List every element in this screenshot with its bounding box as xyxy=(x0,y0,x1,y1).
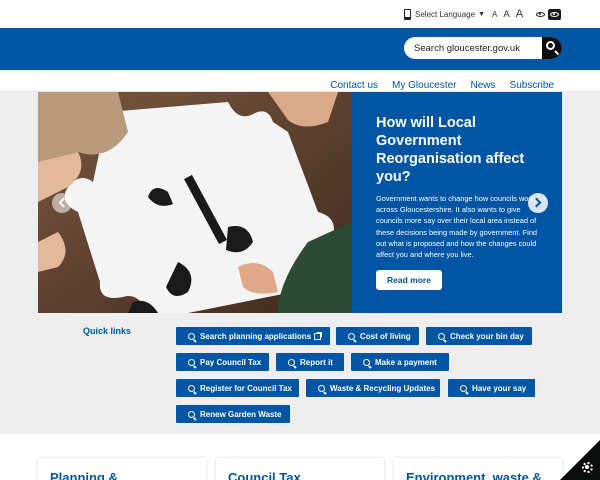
hero-body: Government wants to change how councils … xyxy=(376,194,538,260)
quick-link-label: Register for Council Tax xyxy=(200,383,292,393)
card-planning[interactable]: Planning & xyxy=(38,458,206,480)
gear-icon xyxy=(582,462,593,473)
text-size-controls: A A A xyxy=(492,8,523,20)
quick-link-have-your-say[interactable]: Have your say xyxy=(448,379,535,397)
main-nav: Contact us My Gloucester News Subscribe xyxy=(0,70,600,92)
eye-icon xyxy=(550,12,559,17)
external-link-icon xyxy=(314,331,323,340)
search-icon xyxy=(188,358,195,366)
quick-link-report-it[interactable]: Report it xyxy=(276,353,344,371)
quick-link-label: Waste & Recycling Updates xyxy=(330,383,436,393)
chevron-right-icon xyxy=(531,197,542,208)
nav-my-gloucester[interactable]: My Gloucester xyxy=(392,80,456,91)
site-header xyxy=(0,28,600,70)
high-contrast-button[interactable] xyxy=(548,9,561,20)
card-environment-waste[interactable]: Environment, waste & xyxy=(394,458,562,480)
quick-link-label: Check your bin day xyxy=(450,331,524,341)
nav-subscribe[interactable]: Subscribe xyxy=(510,80,554,91)
search-icon xyxy=(438,332,445,340)
language-label: Select Language xyxy=(415,10,476,19)
normal-contrast-button[interactable] xyxy=(534,9,547,20)
search-icon xyxy=(188,384,195,392)
quick-link-check-bin-day[interactable]: Check your bin day xyxy=(426,327,532,345)
quick-link-cost-of-living[interactable]: Cost of living xyxy=(336,327,419,345)
quick-link-pay-council-tax[interactable]: Pay Council Tax xyxy=(176,353,269,371)
quick-link-waste-recycling[interactable]: Waste & Recycling Updates xyxy=(306,379,440,397)
text-size-small[interactable]: A xyxy=(492,10,497,19)
quick-link-renew-garden-waste[interactable]: Renew Garden Waste xyxy=(176,405,290,423)
search-icon xyxy=(460,384,467,392)
quick-link-label: Pay Council Tax xyxy=(200,357,262,367)
search-icon xyxy=(348,332,355,340)
search-icon xyxy=(188,332,195,340)
search-input[interactable] xyxy=(404,42,542,54)
search-button[interactable] xyxy=(542,37,562,59)
card-title: Environment, waste & xyxy=(406,470,542,480)
quick-link-label: Have your say xyxy=(472,383,527,393)
hero-section: How will Local Government Reorganisation… xyxy=(0,92,600,434)
chevron-left-icon xyxy=(58,197,69,208)
search-icon xyxy=(318,384,325,392)
quick-link-make-payment[interactable]: Make a payment xyxy=(351,353,449,371)
read-more-button[interactable]: Read more xyxy=(376,270,442,291)
cookie-settings-button[interactable] xyxy=(560,440,600,480)
quick-link-label: Cost of living xyxy=(360,331,411,341)
quick-link-label: Report it xyxy=(300,357,333,367)
caret-down-icon: ▼ xyxy=(478,11,485,18)
nav-contact-us[interactable]: Contact us xyxy=(330,80,378,91)
hero-title: How will Local Government Reorganisation… xyxy=(376,115,525,185)
search-icon xyxy=(363,358,370,366)
carousel-next-button[interactable] xyxy=(528,193,548,213)
utility-bar: Select Language ▼ A A A xyxy=(0,0,600,28)
quick-link-label: Renew Garden Waste xyxy=(200,409,282,419)
text-size-medium[interactable]: A xyxy=(503,9,509,20)
nav-news[interactable]: News xyxy=(471,80,496,91)
jigsaw-illustration xyxy=(38,92,352,313)
text-size-large[interactable]: A xyxy=(516,8,523,20)
search-icon xyxy=(188,410,195,418)
card-title: Planning & xyxy=(50,470,118,480)
hero-image-jigsaw xyxy=(38,92,352,313)
search-icon xyxy=(288,358,295,366)
quick-link-label: Search planning applications xyxy=(200,331,312,341)
language-selector[interactable]: Select Language ▼ xyxy=(404,9,485,20)
hero-carousel: How will Local Government Reorganisation… xyxy=(38,92,562,313)
eye-icon xyxy=(536,12,545,17)
card-council-tax[interactable]: Council Tax xyxy=(216,458,384,480)
language-icon xyxy=(404,9,411,20)
search-box xyxy=(404,37,562,59)
quick-link-register-council-tax[interactable]: Register for Council Tax xyxy=(176,379,299,397)
carousel-prev-button[interactable] xyxy=(52,193,72,213)
quick-link-label: Make a payment xyxy=(375,357,437,367)
quick-links-title: Quick links xyxy=(83,326,132,336)
search-icon xyxy=(546,41,555,50)
quick-link-search-planning[interactable]: Search planning applications xyxy=(176,327,330,345)
card-title: Council Tax xyxy=(228,470,301,480)
